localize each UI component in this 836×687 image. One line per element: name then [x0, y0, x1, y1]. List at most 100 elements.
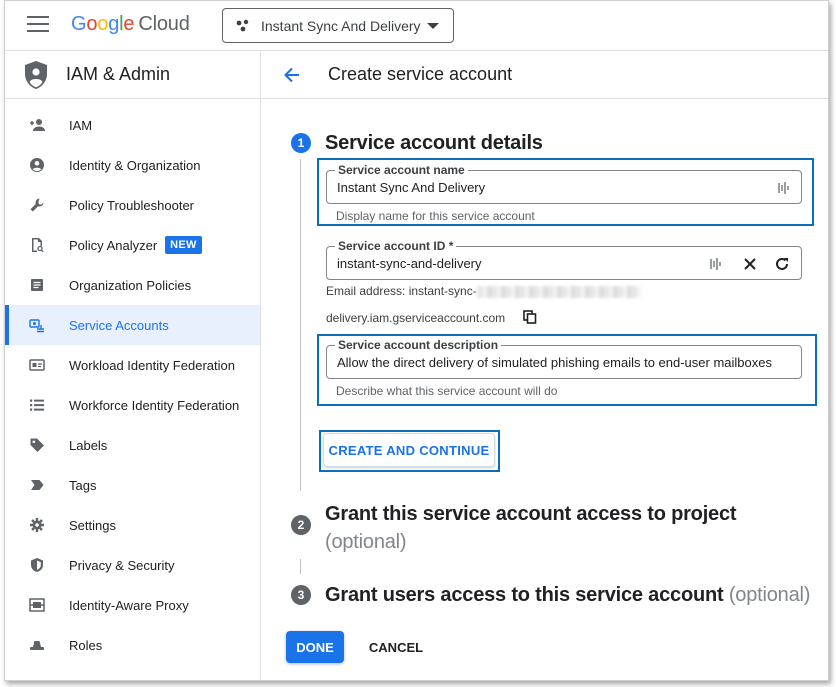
back-arrow-icon[interactable]	[282, 65, 302, 85]
copy-icon[interactable]	[521, 308, 539, 326]
wrench-icon	[29, 197, 45, 213]
sidebar-item-tags[interactable]: Tags	[5, 465, 260, 505]
sidebar-item-workload-identity-federation[interactable]: Workload Identity Federation	[5, 345, 260, 385]
sidebar-item-label: Labels	[69, 437, 108, 453]
logo-letter: o	[97, 13, 109, 35]
google-cloud-logo[interactable]: Google Cloud	[71, 13, 190, 36]
iam-shield-icon	[25, 60, 47, 89]
sidebar-item-policy-analyzer[interactable]: Policy Analyzer NEW	[5, 225, 260, 265]
field-value: Allow the direct delivery of simulated p…	[337, 355, 772, 370]
tag-chevron-icon	[29, 477, 45, 493]
person-add-icon	[29, 117, 45, 133]
logo-cloud-word: Cloud	[138, 13, 190, 35]
hamburger-menu-icon[interactable]	[27, 16, 49, 34]
sidebar-item-label: Roles	[69, 637, 103, 653]
project-hierarchy-icon	[236, 19, 249, 31]
service-account-icon	[29, 317, 45, 333]
sidebar-title: IAM & Admin	[66, 64, 171, 84]
app-window: Google Cloud Instant Sync And Delivery IA…	[4, 0, 829, 681]
step-connector-line	[300, 559, 301, 574]
sidebar-item-settings[interactable]: Settings	[5, 505, 260, 545]
step-2-title-text: Grant this service account access to pro…	[325, 503, 737, 525]
label-tag-icon	[29, 437, 45, 453]
service-account-name-field[interactable]: Service account name Instant Sync And De…	[326, 163, 802, 204]
sidebar-item-label: Policy Analyzer	[69, 237, 158, 253]
sidebar: IAM & Admin IAM Identity & Organization …	[5, 51, 261, 680]
main-content: Create service account 1 Service account…	[262, 51, 828, 680]
sidebar-item-label: Privacy & Security	[69, 557, 175, 573]
step-connector-line	[300, 159, 301, 491]
sidebar-item-iam[interactable]: IAM	[5, 105, 260, 145]
cancel-button[interactable]: CANCEL	[360, 631, 432, 663]
field-label: Service account ID *	[335, 239, 457, 253]
sidebar-item-identity-organization[interactable]: Identity & Organization	[5, 145, 260, 185]
email-domain-line: delivery.iam.gserviceaccount.com	[326, 311, 505, 325]
ai-assist-icon[interactable]	[707, 255, 725, 273]
logo-letter: g	[108, 13, 120, 35]
name-field-hint: Display name for this service account	[336, 209, 535, 223]
page-header: Create service account	[262, 51, 828, 99]
sidebar-item-identity-aware-proxy[interactable]: Identity-Aware Proxy	[5, 585, 260, 625]
step-1-title: Service account details	[325, 132, 543, 154]
sidebar-item-label: Workload Identity Federation	[69, 357, 235, 373]
step-3-title: Grant users access to this service accou…	[325, 584, 810, 607]
sidebar-item-label: Tags	[69, 477, 97, 493]
sidebar-item-label: Policy Troubleshooter	[69, 197, 195, 213]
proxy-icon	[29, 597, 45, 613]
sidebar-item-label: Workforce Identity Federation	[69, 397, 240, 413]
refresh-icon[interactable]	[773, 255, 791, 273]
clear-x-icon[interactable]	[741, 255, 759, 273]
chevron-down-icon	[427, 22, 439, 29]
sidebar-item-label: Organization Policies	[69, 277, 192, 293]
shield-lock-icon	[29, 557, 45, 573]
sidebar-item-organization-policies[interactable]: Organization Policies	[5, 265, 260, 305]
step-3-number: 3	[291, 585, 311, 605]
sidebar-item-privacy-security[interactable]: Privacy & Security	[5, 545, 260, 585]
create-and-continue-button[interactable]: CREATE AND CONTINUE	[323, 433, 495, 467]
optional-label: (optional)	[728, 584, 811, 606]
list-icon	[29, 397, 45, 413]
sidebar-item-roles[interactable]: Roles	[5, 625, 260, 665]
service-account-id-field[interactable]: Service account ID * instant-sync-and-de…	[326, 239, 802, 280]
page-title: Create service account	[328, 64, 513, 84]
logo-letter: G	[71, 13, 87, 35]
sidebar-item-workforce-identity-federation[interactable]: Workforce Identity Federation	[5, 385, 260, 425]
field-value: Instant Sync And Delivery	[337, 180, 486, 195]
step-2-title: Grant this service account access to pro…	[325, 500, 745, 556]
new-badge: NEW	[165, 236, 202, 254]
sidebar-item-service-accounts[interactable]: Service Accounts	[5, 305, 260, 345]
gear-icon	[29, 517, 45, 533]
sidebar-item-label: Identity & Organization	[69, 157, 201, 173]
document-search-icon	[29, 237, 45, 253]
service-account-description-field[interactable]: Service account description Allow the di…	[326, 338, 802, 379]
roles-hat-icon	[29, 637, 45, 653]
step-2-number: 2	[291, 515, 311, 535]
sidebar-item-policy-troubleshooter[interactable]: Policy Troubleshooter	[5, 185, 260, 225]
sidebar-nav: IAM Identity & Organization Policy Troub…	[5, 99, 260, 665]
sidebar-item-label: Service Accounts	[69, 317, 169, 333]
optional-label: (optional)	[325, 531, 407, 553]
field-label: Service account name	[335, 163, 468, 177]
email-suffix: delivery.iam.gserviceaccount.com	[326, 311, 506, 325]
ai-assist-icon[interactable]	[775, 179, 793, 197]
redacted-email-segment	[476, 285, 641, 298]
article-icon	[29, 277, 45, 293]
email-prefix: Email address: instant-sync-	[326, 284, 477, 298]
project-name: Instant Sync And Delivery	[261, 17, 421, 34]
done-button[interactable]: DONE	[286, 631, 344, 663]
top-bar: Google Cloud Instant Sync And Delivery	[5, 1, 828, 51]
project-selector[interactable]: Instant Sync And Delivery	[222, 8, 454, 43]
field-label: Service account description	[335, 338, 502, 352]
field-value: instant-sync-and-delivery	[337, 256, 482, 271]
logo-letter: e	[123, 13, 135, 35]
email-address-line: Email address: instant-sync-	[326, 284, 641, 298]
sidebar-header: IAM & Admin	[5, 51, 260, 99]
step-1-number: 1	[291, 133, 311, 153]
id-card-icon	[29, 357, 45, 373]
step-3-title-text: Grant users access to this service accou…	[325, 584, 724, 606]
sidebar-item-label: Settings	[69, 517, 116, 533]
sidebar-item-labels[interactable]: Labels	[5, 425, 260, 465]
sidebar-item-label: IAM	[69, 117, 93, 133]
logo-letter: o	[86, 13, 98, 35]
description-field-hint: Describe what this service account will …	[336, 384, 558, 398]
